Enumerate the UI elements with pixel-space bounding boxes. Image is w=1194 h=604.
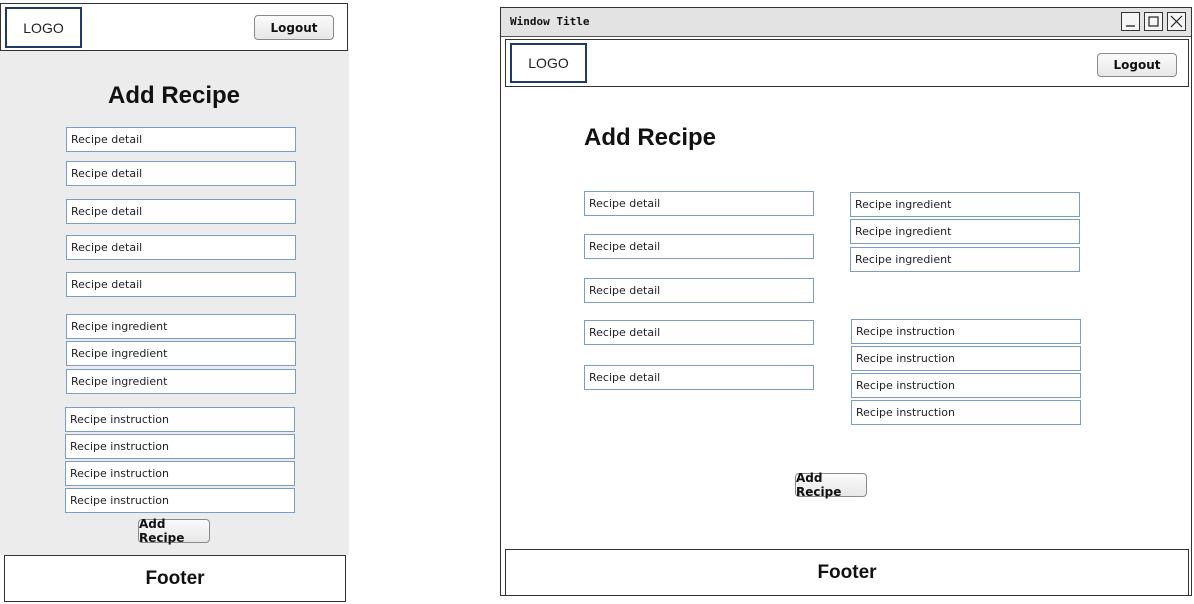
recipe-ingredient-input[interactable]	[66, 314, 296, 339]
desktop-window: Window Title LOGO Logout Add Recipe Add …	[500, 7, 1192, 596]
recipe-detail-input[interactable]	[584, 234, 814, 259]
recipe-ingredient-input[interactable]	[850, 247, 1080, 272]
close-icon[interactable]	[1167, 12, 1186, 31]
recipe-detail-input[interactable]	[584, 320, 814, 345]
mobile-header: LOGO Logout	[0, 3, 348, 51]
add-recipe-button[interactable]: Add Recipe	[138, 517, 210, 545]
recipe-ingredient-input[interactable]	[66, 341, 296, 366]
recipe-detail-input[interactable]	[66, 199, 296, 224]
recipe-instruction-input[interactable]	[65, 407, 295, 432]
page-title: Add Recipe	[584, 124, 717, 151]
recipe-instruction-input[interactable]	[851, 346, 1081, 371]
recipe-detail-input[interactable]	[66, 272, 296, 297]
recipe-detail-input[interactable]	[66, 161, 296, 186]
window-title: Window Title	[510, 15, 590, 28]
recipe-instruction-input[interactable]	[851, 373, 1081, 398]
recipe-ingredient-input[interactable]	[66, 369, 296, 394]
desktop-header: LOGO Logout	[505, 39, 1189, 87]
recipe-instruction-input[interactable]	[65, 488, 295, 513]
minimize-icon[interactable]	[1121, 12, 1140, 31]
page-title: Add Recipe	[108, 82, 241, 109]
recipe-detail-input[interactable]	[584, 278, 814, 303]
recipe-ingredient-input[interactable]	[850, 192, 1080, 217]
recipe-detail-input[interactable]	[66, 235, 296, 260]
logout-button[interactable]: Logout	[254, 15, 334, 40]
window-title-bar[interactable]: Window Title	[501, 8, 1191, 37]
recipe-detail-input[interactable]	[66, 127, 296, 152]
mobile-wireframe: LOGO Logout Add Recipe Add Recipe Footer	[0, 0, 350, 604]
recipe-ingredient-input[interactable]	[850, 219, 1080, 244]
maximize-icon[interactable]	[1144, 12, 1163, 31]
footer: Footer	[505, 549, 1189, 596]
recipe-detail-input[interactable]	[584, 191, 814, 216]
recipe-instruction-input[interactable]	[65, 434, 295, 459]
logo: LOGO	[510, 43, 587, 83]
logout-button[interactable]: Logout	[1097, 53, 1177, 77]
footer: Footer	[4, 555, 346, 602]
recipe-instruction-input[interactable]	[851, 400, 1081, 425]
add-recipe-button[interactable]: Add Recipe	[795, 471, 867, 499]
recipe-instruction-input[interactable]	[851, 319, 1081, 344]
logo: LOGO	[5, 7, 82, 48]
recipe-detail-input[interactable]	[584, 365, 814, 390]
recipe-instruction-input[interactable]	[65, 461, 295, 486]
